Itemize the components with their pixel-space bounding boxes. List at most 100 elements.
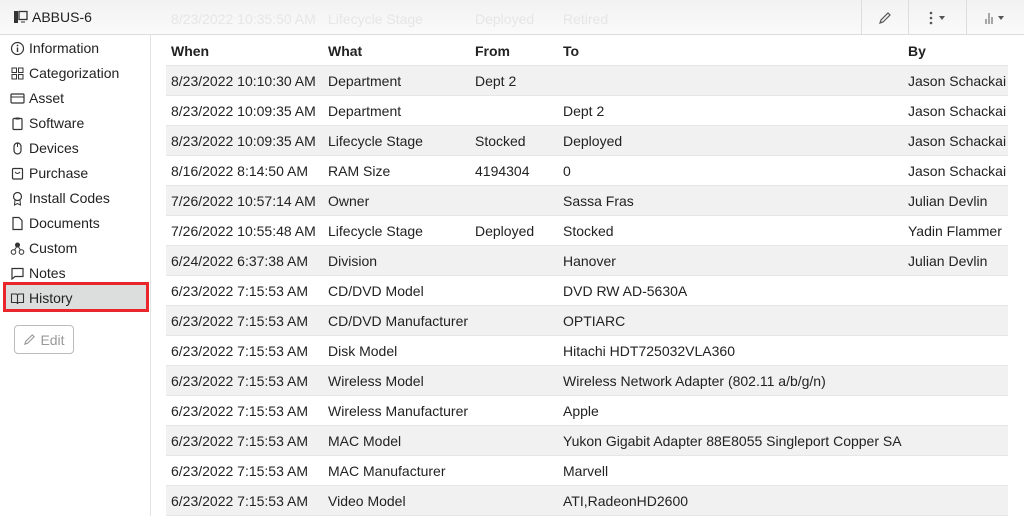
chat-icon <box>11 267 24 280</box>
cell-when: 8/23/2022 10:09:35 AM <box>171 133 316 149</box>
grid-icon <box>11 67 24 79</box>
sidebar-item-label: Notes <box>29 265 66 281</box>
cell-what: Owner <box>328 193 370 209</box>
cell-when: 6/23/2022 7:15:53 AM <box>171 433 308 449</box>
sidebar-item-label: Documents <box>29 215 100 231</box>
pencil-icon <box>24 334 36 346</box>
bag-icon <box>11 167 24 180</box>
edit-pencil-button[interactable] <box>861 0 908 35</box>
header-what[interactable]: What <box>328 43 362 59</box>
cell-to: OPTIARC <box>563 313 626 329</box>
cell-when: 6/23/2022 7:15:53 AM <box>171 343 308 359</box>
cell-when: 6/23/2022 7:15:53 AM <box>171 373 308 389</box>
sidebar-item-devices[interactable]: Devices <box>10 137 79 159</box>
cell-to: Hitachi HDT725032VLA360 <box>563 343 735 359</box>
top-bar: 8/23/2022 10:35:50 AM Lifecycle Stage De… <box>0 0 1024 35</box>
sidebar-item-categorization[interactable]: Categorization <box>10 62 119 84</box>
sidebar-item-asset[interactable]: Asset <box>10 87 64 109</box>
kebab-menu-icon <box>929 11 945 24</box>
asset-title: ABBUS-6 <box>13 9 92 25</box>
cell-what: Wireless Manufacturer <box>328 403 469 419</box>
cell-to: Wireless Network Adapter (802.11 a/b/g/n… <box>563 373 826 389</box>
sidebar-item-notes[interactable]: Notes <box>10 262 66 284</box>
cell-to: DVD RW AD-5630A <box>563 283 688 299</box>
cell-to: 0 <box>563 163 571 179</box>
table-row[interactable]: 6/23/2022 7:15:53 AM MAC Manufacturer Marv… <box>166 456 1008 486</box>
sidebar-item-label: History <box>29 290 73 306</box>
sidebar-item-history[interactable]: History <box>10 287 73 309</box>
sidebar-item-custom[interactable]: Custom <box>10 237 77 259</box>
cell-by: Jason Schackai <box>908 73 1007 89</box>
edit-label: Edit <box>40 331 65 348</box>
header-from[interactable]: From <box>475 43 510 59</box>
table-row[interactable]: 7/26/2022 10:57:14 AM Owner Sassa Fras Juli… <box>166 186 1008 216</box>
cell-by: Jason Schackai <box>908 133 1007 149</box>
cell-what: Department <box>328 73 402 89</box>
table-row[interactable]: 6/23/2022 7:15:53 AM Video Model ATI,Radeo… <box>166 486 1008 516</box>
card-icon <box>10 92 25 104</box>
cell-from: Dept 2 <box>475 73 517 89</box>
sidebar-item-label: Categorization <box>29 65 120 81</box>
cell-to: Deployed <box>563 133 623 149</box>
cell-from: 4194304 <box>475 163 530 179</box>
cell-what: Wireless Model <box>328 373 424 389</box>
cell-when: 8/16/2022 8:14:50 AM <box>171 163 308 179</box>
table-row[interactable]: 6/23/2022 7:15:53 AM Disk Model Hitachi HD… <box>166 336 1008 366</box>
table-row[interactable]: 6/23/2022 7:15:53 AM CD/DVD Manufacturer O… <box>166 306 1008 336</box>
cell-when: 6/23/2022 7:15:53 AM <box>171 493 308 509</box>
cell-to: Marvell <box>563 463 609 479</box>
cell-when: 6/23/2022 7:15:53 AM <box>171 313 308 329</box>
cell-to: Stocked <box>563 223 614 239</box>
sidebar-item-label: Custom <box>29 240 78 256</box>
cell-from: Deployed <box>475 223 535 239</box>
table-row[interactable]: 8/16/2022 8:14:50 AM RAM Size 4194304 0 Jaso… <box>166 156 1008 186</box>
cell-by: Jason Schackai <box>908 163 1007 179</box>
table-row[interactable]: 8/23/2022 10:09:35 AM Lifecycle Stage Stoc… <box>166 126 1008 156</box>
header-to[interactable]: To <box>563 43 579 59</box>
cell-what: Video Model <box>328 493 406 509</box>
table-row[interactable]: 6/23/2022 7:15:53 AM MAC Model Yukon Gigab… <box>166 426 1008 456</box>
cell-when: 7/26/2022 10:57:14 AM <box>171 193 316 209</box>
cell-when: 6/24/2022 6:37:38 AM <box>171 253 308 269</box>
table-row[interactable]: 8/23/2022 10:10:30 AM Department Dept 2 Jas… <box>166 66 1008 96</box>
cell-what: CD/DVD Model <box>328 283 424 299</box>
cell-what: Division <box>328 253 378 269</box>
table-row[interactable]: 6/24/2022 6:37:38 AM Division Hanover Julia… <box>166 246 1008 276</box>
table-row[interactable]: 6/23/2022 7:15:53 AM Wireless Manufacture… <box>166 396 1008 426</box>
sidebar-item-label: Asset <box>29 90 65 106</box>
cell-what: Lifecycle Stage <box>328 133 423 149</box>
sidebar-item-information[interactable]: Information <box>10 37 99 59</box>
reports-menu-button[interactable] <box>966 0 1024 35</box>
ghost-cell: Deployed <box>475 11 535 27</box>
info-icon <box>10 41 25 55</box>
table-header: When What From To By <box>166 35 1008 66</box>
cell-from: Stocked <box>475 133 526 149</box>
mouse-icon <box>13 141 22 155</box>
sidebar: Information Categorization Asset Software De… <box>0 35 151 516</box>
cell-when: 8/23/2022 10:09:35 AM <box>171 103 316 119</box>
cell-what: Lifecycle Stage <box>328 223 423 239</box>
sidebar-item-software[interactable]: Software <box>10 112 84 134</box>
table-row[interactable]: 6/23/2022 7:15:53 AM CD/DVD Model DVD RW A… <box>166 276 1008 306</box>
more-menu-button[interactable] <box>908 0 966 35</box>
cell-to: Sassa Fras <box>563 193 634 209</box>
edit-button[interactable]: Edit <box>14 325 74 354</box>
title-text: ABBUS-6 <box>32 9 92 25</box>
sidebar-item-label: Devices <box>29 140 79 156</box>
header-when[interactable]: When <box>171 43 209 59</box>
cell-when: 6/23/2022 7:15:53 AM <box>171 283 308 299</box>
sidebar-item-install-codes[interactable]: Install Codes <box>10 187 110 209</box>
sidebar-item-documents[interactable]: Documents <box>10 212 100 234</box>
pencil-icon <box>879 11 891 24</box>
table-row[interactable]: 6/23/2022 7:15:53 AM Wireless Model Wirele… <box>166 366 1008 396</box>
award-icon <box>12 191 23 206</box>
table-row[interactable]: 8/23/2022 10:09:35 AM Department Dept 2 Jas… <box>166 96 1008 126</box>
sidebar-item-purchase[interactable]: Purchase <box>10 162 88 184</box>
cell-to: Dept 2 <box>563 103 605 119</box>
table-row[interactable]: 7/26/2022 10:55:48 AM Lifecycle Stage Depl… <box>166 216 1008 246</box>
ghost-cell: Lifecycle Stage <box>328 11 423 27</box>
cell-when: 7/26/2022 10:55:48 AM <box>171 223 316 239</box>
header-by[interactable]: By <box>908 43 926 59</box>
bar-chart-icon <box>985 12 1004 24</box>
sidebar-item-label: Information <box>29 40 100 56</box>
